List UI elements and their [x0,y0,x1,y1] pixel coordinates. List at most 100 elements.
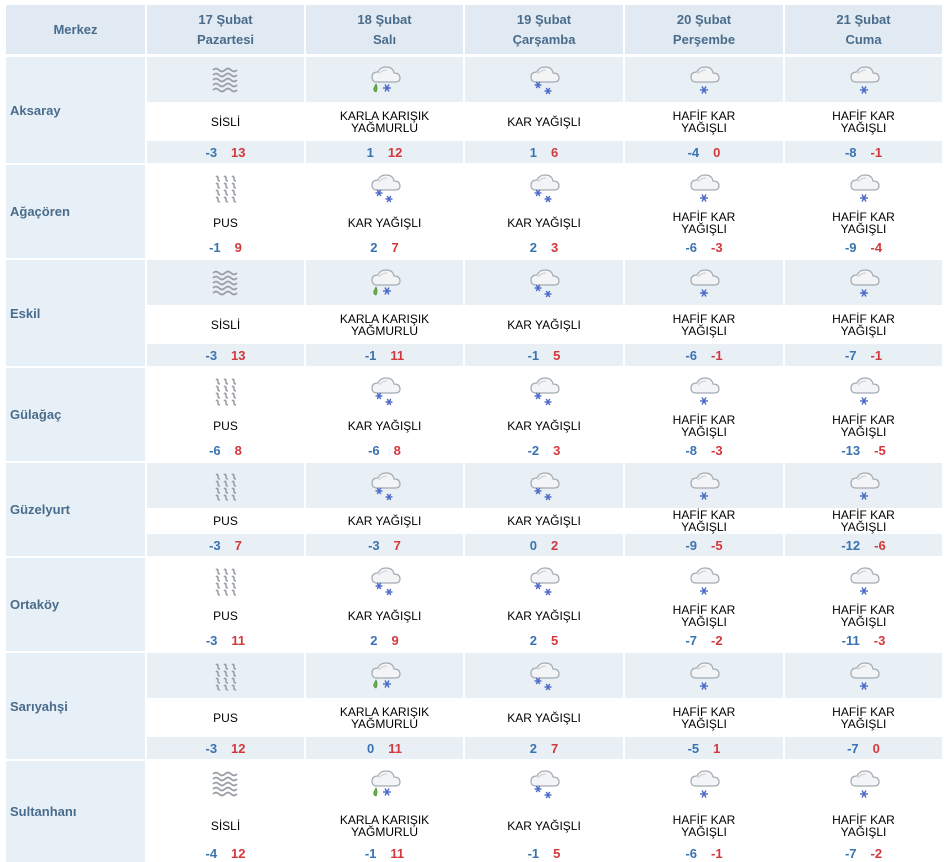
sleet-icon [367,267,403,299]
light-snow-icon [846,172,882,204]
weather-description: KAR YAĞIŞLI [465,510,623,532]
weather-description-text: HAFİF KAR YAĞIŞLI [832,413,895,439]
temperature-row: -9 -5 [625,534,783,556]
header-day-2: 18 Şubat Salı [306,5,463,54]
min-temperature: -11 [841,632,860,648]
min-temperature: -6 [209,442,221,458]
min-temperature: -13 [841,442,861,458]
icon-row [625,463,783,508]
weather-description-text: SİSLİ [210,818,241,833]
forecast-cell: HAFİF KAR YAĞIŞLI -11 -3 [785,558,942,651]
max-temperature: -6 [874,537,886,553]
mist-icon [212,565,240,597]
snow-icon [367,565,403,597]
header-day-date: 21 Şubat [836,11,891,27]
weather-description: HAFİF KAR YAĞIŞLI [785,509,942,533]
weather-description-text: KARLA KARIŞIK YAĞMURLU [339,311,430,338]
icon-row [625,558,783,603]
light-snow-icon [686,64,722,96]
forecast-cell: SİSLİ -3 13 [147,57,304,163]
light-snow-icon [846,768,882,800]
weather-description: KAR YAĞIŞLI [306,605,463,627]
icon-row [306,761,463,806]
max-temperature: -1 [870,347,883,363]
weather-description: HAFİF KAR YAĞIŞLI [785,604,942,628]
temperature-row: -5 1 [625,737,783,759]
forecast-cell: KAR YAĞIŞLI -1 5 [465,761,623,862]
sleet-icon [367,768,403,800]
weather-description-text: HAFİF KAR YAĞIŞLI [672,812,736,839]
min-temperature: -9 [685,537,697,553]
icon-row [465,761,623,806]
header-day-date: 18 Şubat [357,11,412,27]
temperature-row: -1 5 [465,845,623,862]
weather-description: KAR YAĞIŞLI [306,510,463,532]
max-temperature: 0 [713,144,721,160]
temperature-row: -1 9 [147,236,304,258]
forecast-cell: HAFİF KAR YAĞIŞLI -7 -2 [625,558,783,651]
max-temperature: 13 [231,347,246,363]
temperature-row: -3 7 [306,534,463,556]
max-temperature: 2 [551,537,559,553]
icon-row [465,653,623,698]
city-block: Eskil SİSLİ -3 13 KARLA KARIŞIK YAĞMURLU -1… [0,260,944,366]
temperature-row: 29 [306,629,463,651]
temperature-row: -4 12 [147,845,304,862]
temperature-row: -6 -3 [625,236,783,258]
sleet-icon [367,64,403,96]
icon-row [465,463,623,508]
weather-description-text: HAFİF KAR YAĞIŞLI [672,311,736,338]
icon-row [625,653,783,698]
city-block: Sarıyahşi PUS -3 12 KARLA KARIŞIK YAĞMURLU… [0,653,944,759]
icon-row [147,653,304,698]
weather-description-text: KAR YAĞIŞLI [347,609,422,623]
header-day-1: 17 Şubat Pazartesi [147,5,304,54]
forecast-cell: KAR YAĞIŞLI 0 2 [465,463,623,556]
light-snow-icon [846,64,882,96]
weather-description: KAR YAĞIŞLI [306,415,463,437]
min-temperature: -3 [209,537,221,553]
weather-description-text: HAFİF KAR YAĞIŞLI [672,603,736,629]
temperature-row: -4 0 [625,141,783,163]
forecast-cell: HAFİF KAR YAĞIŞLI -6 -3 [625,165,783,258]
weather-description: KAR YAĞIŞLI [465,700,623,735]
header-day-date: 19 Şubat [516,11,572,27]
max-temperature: 12 [231,846,246,861]
light-snow-icon [686,565,722,597]
icon-row [625,368,783,413]
light-snow-icon [686,172,722,204]
weather-description-text: PUS [213,514,238,528]
snow-icon [367,470,403,502]
min-temperature: 0 [529,537,537,553]
forecast-cell: HAFİF KAR YAĞIŞLI -6 -1 [625,761,783,862]
weather-description: HAFİF KAR YAĞIŞLI [625,700,783,735]
weather-description-text: KARLA KARIŞIK YAĞMURLU [339,108,430,135]
icon-row [625,260,783,305]
snow-icon [526,172,562,204]
city-name: Güzelyurt [6,463,145,556]
icon-row [625,57,783,102]
temperature-row: -1 11 [306,845,463,862]
icon-row [147,260,304,305]
weather-description: KAR YAĞIŞLI [465,808,623,843]
weather-description-text: KAR YAĞIŞLI [507,317,581,332]
weather-description: PUS [147,212,304,234]
weather-description-text: HAFİF KAR YAĞIŞLI [672,704,736,731]
min-temperature: 2 [529,632,537,648]
temperature-row: -6 8 [147,439,304,461]
max-temperature: 1 [713,740,721,756]
weather-description: SİSLİ [147,104,304,139]
weather-description: HAFİF KAR YAĞIŞLI [625,603,783,629]
weather-description-text: KAR YAĞIŞLI [507,514,581,528]
temperature-row: -3 12 [147,737,304,759]
icon-row [147,165,304,210]
temperature-row: -6 -1 [625,845,783,862]
min-temperature: 1 [366,144,374,160]
icon-row [306,57,463,102]
light-snow-icon [846,565,882,597]
header-day-date: 20 Şubat [676,11,732,27]
icon-row [465,558,623,603]
temperature-row: 02 [465,534,623,556]
forecast-cell: HAFİF KAR YAĞIŞLI -12 -6 [785,463,942,556]
icon-row [625,761,783,806]
